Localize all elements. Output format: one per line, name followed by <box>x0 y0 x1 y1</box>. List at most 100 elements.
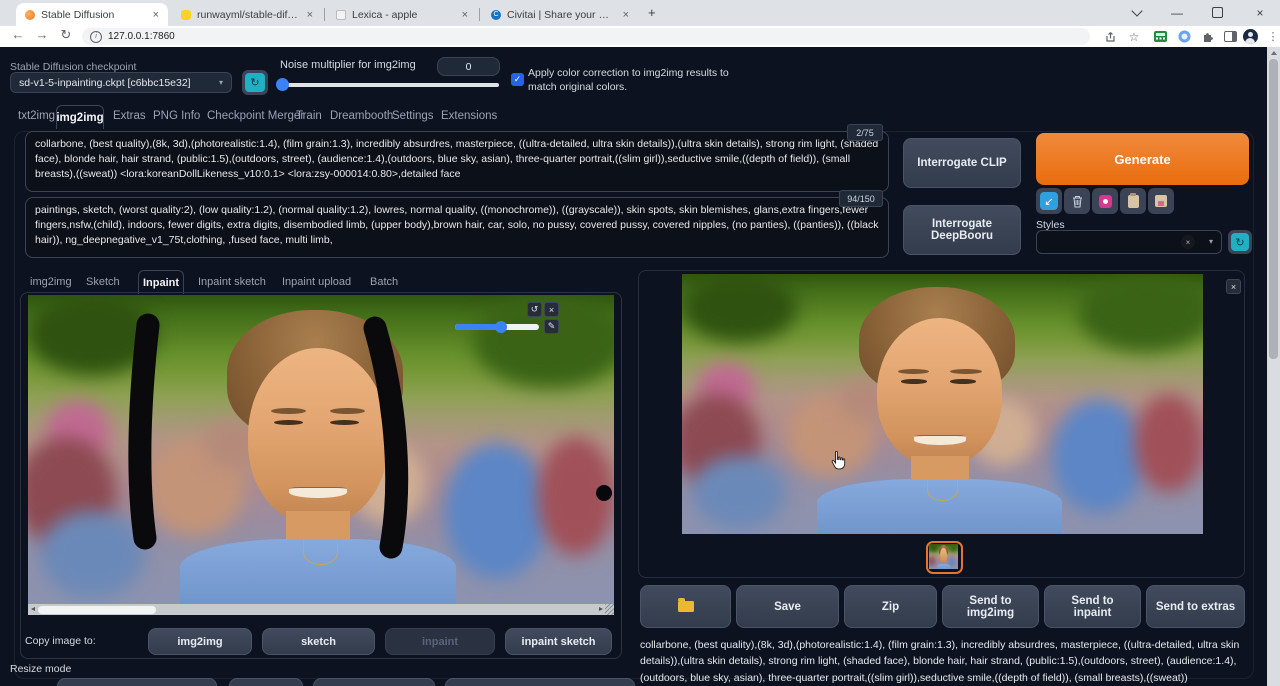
prompt-textarea[interactable]: collarbone, (best quality),(8k, 3d),(pho… <box>25 131 889 192</box>
generate-button[interactable]: Generate <box>1036 133 1249 185</box>
resize-mode-option[interactable] <box>445 678 635 686</box>
new-tab-button[interactable]: + <box>648 5 656 20</box>
negative-prompt-token-counter: 94/150 <box>839 190 883 207</box>
copy-to-inpaint-sketch-button[interactable]: inpaint sketch <box>505 628 612 655</box>
brush-size-thumb[interactable] <box>495 321 507 333</box>
refresh-checkpoint-button[interactable]: ↻ <box>242 70 268 95</box>
negative-prompt-textarea[interactable]: paintings, sketch, (worst quality:2), (l… <box>25 197 889 258</box>
tab-inner-batch[interactable]: Batch <box>370 276 398 288</box>
reload-icon[interactable]: ↻ <box>56 27 76 43</box>
noise-slider-thumb[interactable] <box>276 78 289 91</box>
resize-mode-option[interactable] <box>57 678 217 686</box>
zip-button[interactable]: Zip <box>844 585 937 628</box>
checkpoint-dropdown[interactable]: sd-v1-5-inpainting.ckpt [c6bbc15e32] ▾ <box>10 72 232 93</box>
open-folder-button[interactable] <box>640 585 731 628</box>
scrollbar-thumb[interactable] <box>38 605 156 614</box>
browser-tab-civitai[interactable]: C Civitai | Share your models × <box>482 3 638 26</box>
url-bar[interactable]: i 127.0.0.1:7860 <box>82 28 1090 45</box>
tab-inner-inpaint-sketch[interactable]: Inpaint sketch <box>198 276 266 288</box>
tab-settings[interactable]: Settings <box>392 110 434 122</box>
huggingface-favicon <box>181 9 191 20</box>
styles-clear-icon[interactable]: × <box>1181 235 1195 249</box>
browser-menu-icon[interactable]: ⋮ <box>1263 28 1280 45</box>
tab-checkpoint-merger[interactable]: Checkpoint Merger <box>207 110 304 122</box>
send-to-inpaint-button[interactable]: Send to inpaint <box>1044 585 1141 628</box>
send-to-img2img-button[interactable]: Send to img2img <box>942 585 1039 628</box>
brush-tool-icon[interactable]: ✎ <box>544 319 559 334</box>
window-minimize-icon[interactable]: — <box>1160 0 1194 25</box>
window-menu-chevron-icon[interactable] <box>1120 0 1154 25</box>
gradio-favicon <box>25 9 35 20</box>
back-icon[interactable]: ← <box>8 27 28 42</box>
noise-multiplier-input[interactable]: 0 <box>437 57 500 76</box>
inpaint-canvas[interactable] <box>28 295 614 604</box>
forward-icon[interactable]: → <box>32 27 52 42</box>
extension-green-icon[interactable] <box>1150 28 1170 45</box>
tab-close-icon[interactable]: × <box>307 9 313 21</box>
result-image[interactable] <box>682 274 1203 534</box>
gallery-thumbnail[interactable] <box>926 541 963 574</box>
tab-train[interactable]: Train <box>296 110 322 122</box>
save-style-button[interactable] <box>1148 188 1174 214</box>
canvas-horizontal-scrollbar[interactable] <box>28 604 614 615</box>
send-to-extras-button[interactable]: Send to extras <box>1146 585 1245 628</box>
apply-styles-button[interactable] <box>1120 188 1146 214</box>
inpaint-mask-strokes <box>128 313 409 559</box>
window-close-icon[interactable]: × <box>1243 0 1277 25</box>
page-scrollbar[interactable] <box>1267 47 1280 686</box>
save-button[interactable]: Save <box>736 585 839 628</box>
browser-tab-runwayml[interactable]: runwayml/stable-diffusion-inpai × <box>172 3 322 26</box>
tab-txt2img[interactable]: txt2img <box>18 110 55 122</box>
noise-multiplier-slider[interactable] <box>281 83 499 87</box>
scrollbar-thumb[interactable] <box>1269 59 1278 359</box>
clear-prompt-button[interactable] <box>1064 188 1090 214</box>
person-figure <box>682 274 1203 534</box>
browser-tab-lexica[interactable]: Lexica - apple × <box>327 3 477 26</box>
tab-close-icon[interactable]: × <box>153 9 159 21</box>
copy-to-sketch-button[interactable]: sketch <box>262 628 375 655</box>
share-icon[interactable] <box>1100 28 1120 45</box>
tab-png-info[interactable]: PNG Info <box>153 110 200 122</box>
tab-inner-sketch[interactable]: Sketch <box>86 276 120 288</box>
tab-inner-img2img[interactable]: img2img <box>30 276 72 288</box>
refresh-styles-button[interactable]: ↻ <box>1228 230 1252 254</box>
scroll-up-icon[interactable] <box>1270 51 1277 55</box>
profile-avatar[interactable] <box>1240 28 1260 45</box>
bookmark-star-icon[interactable]: ☆ <box>1124 28 1144 45</box>
side-panel-icon[interactable] <box>1220 28 1240 45</box>
tab-extensions[interactable]: Extensions <box>441 110 497 122</box>
tab-close-icon[interactable]: × <box>623 9 629 21</box>
scroll-left-icon[interactable] <box>31 607 35 611</box>
extra-networks-button[interactable] <box>1092 188 1118 214</box>
tab-close-icon[interactable]: × <box>462 9 468 21</box>
resize-grip-icon[interactable] <box>605 604 614 615</box>
tab-title: Stable Diffusion <box>41 8 115 21</box>
site-info-icon[interactable]: i <box>90 30 102 43</box>
tab-inner-inpaint[interactable]: Inpaint <box>138 270 184 294</box>
resize-mode-option[interactable] <box>229 678 303 686</box>
scroll-right-icon[interactable] <box>599 607 603 611</box>
extension-blue-circle-icon[interactable] <box>1174 28 1194 45</box>
gallery-thumbnail-image <box>929 544 958 569</box>
interrogate-clip-button[interactable]: Interrogate CLIP <box>903 138 1021 188</box>
browser-tab-strip: Stable Diffusion × runwayml/stable-diffu… <box>0 0 1280 26</box>
browser-tab-stable-diffusion[interactable]: Stable Diffusion × <box>16 3 168 26</box>
tab-dreambooth[interactable]: Dreambooth <box>330 110 393 122</box>
extensions-puzzle-icon[interactable] <box>1198 28 1218 45</box>
tab-img2img[interactable]: img2img <box>56 105 104 129</box>
undo-icon[interactable]: ↺ <box>527 302 542 317</box>
window-maximize-icon[interactable] <box>1200 0 1234 25</box>
styles-dropdown[interactable]: × ▾ <box>1036 230 1222 254</box>
copy-to-img2img-button[interactable]: img2img <box>148 628 252 655</box>
paste-generation-params-button[interactable]: ↙ <box>1036 188 1062 214</box>
refresh-icon: ↻ <box>245 73 265 92</box>
color-correction-checkbox[interactable]: ✓ <box>511 73 524 86</box>
close-gallery-icon[interactable]: × <box>1226 279 1241 294</box>
tab-inner-inpaint-upload[interactable]: Inpaint upload <box>282 276 351 288</box>
canvas-resize-knob[interactable] <box>596 485 612 501</box>
resize-mode-option[interactable] <box>313 678 435 686</box>
interrogate-deepbooru-button[interactable]: Interrogate DeepBooru <box>903 205 1021 255</box>
tab-extras[interactable]: Extras <box>113 110 146 122</box>
person-figure <box>929 544 958 569</box>
clear-canvas-icon[interactable]: × <box>544 302 559 317</box>
